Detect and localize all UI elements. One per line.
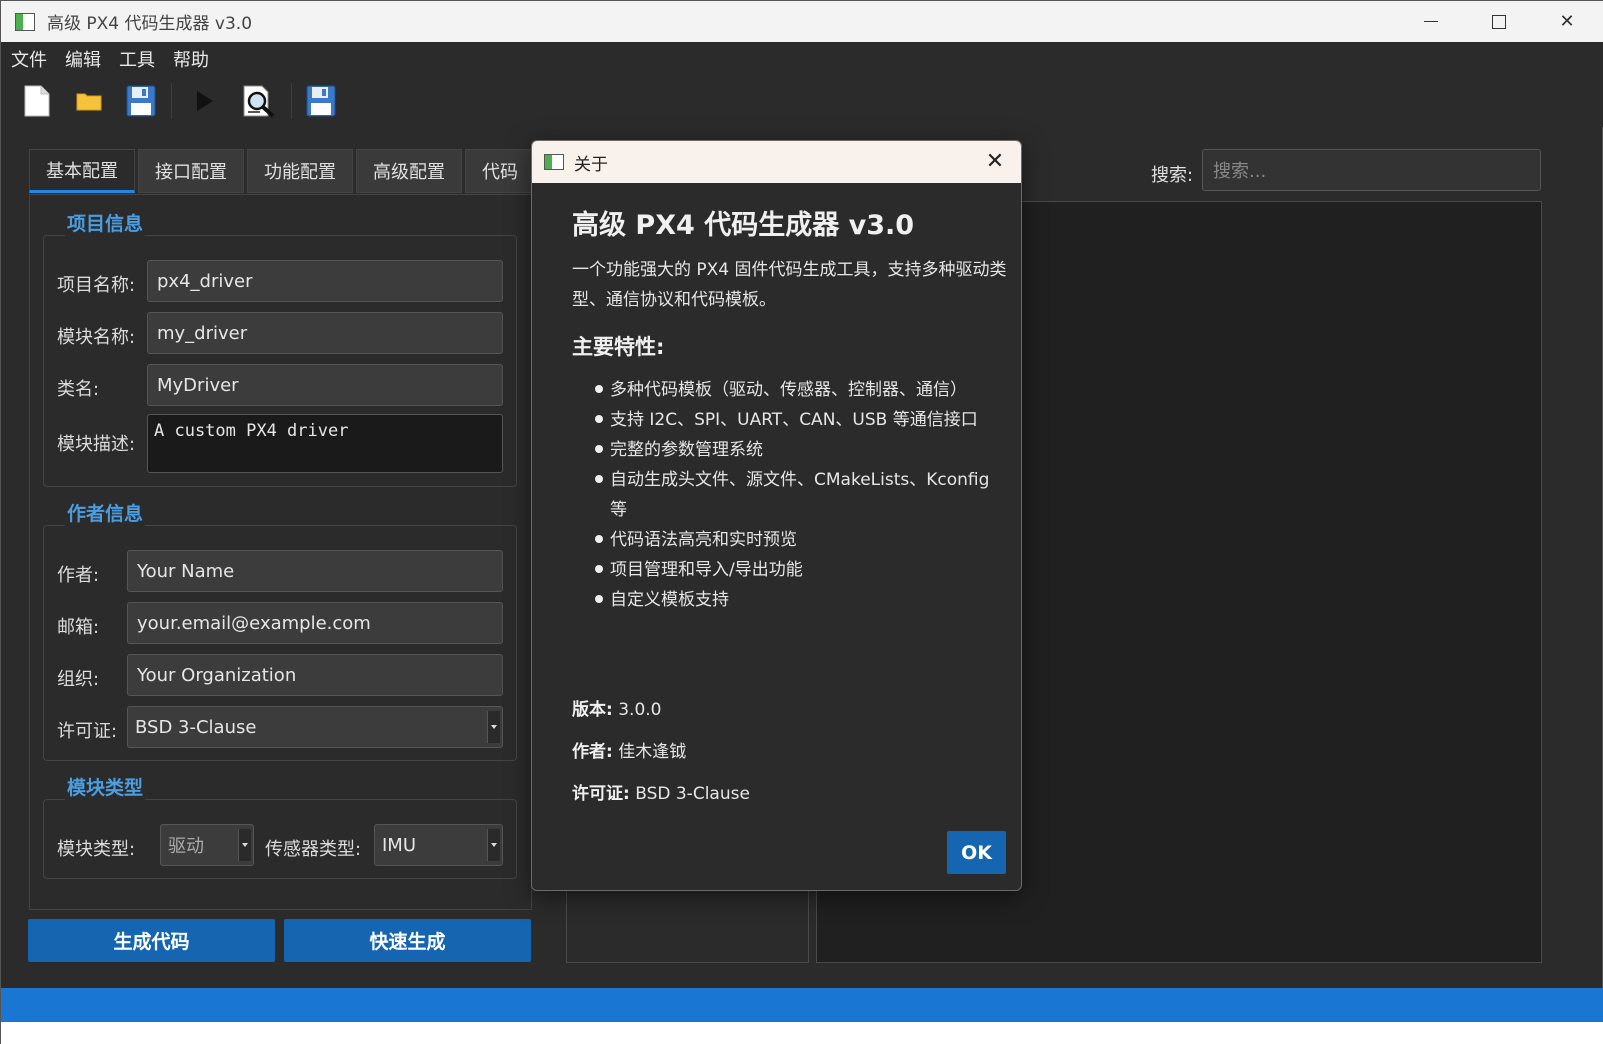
author-line: 作者: 佳木逢钺 <box>572 737 686 762</box>
organization-field[interactable]: Your Organization <box>127 654 503 696</box>
run-icon <box>197 91 213 111</box>
author-info-title: 作者信息 <box>65 499 146 526</box>
toolbar-separator <box>291 83 292 119</box>
menu-tools[interactable]: 工具 <box>119 46 155 72</box>
save-as-button[interactable] <box>301 81 341 121</box>
main-window: 高级 PX4 代码生成器 v3.0 ✕ 文件 编辑 工具 帮助 基本配置 接口配… <box>0 0 1603 1044</box>
list-item: 多种代码模板（驱动、传感器、控制器、通信） <box>594 375 994 405</box>
save-button[interactable] <box>121 81 161 121</box>
chevron-down-icon <box>238 829 251 861</box>
close-icon: ✕ <box>985 148 1005 174</box>
description-label: 模块描述: <box>57 434 136 455</box>
window-title: 高级 PX4 代码生成器 v3.0 <box>47 14 253 34</box>
list-item: 自动生成头文件、源文件、CMakeLists、Kconfig 等 <box>594 465 994 525</box>
list-item: 自定义模板支持 <box>594 585 994 615</box>
menu-file[interactable]: 文件 <box>11 46 47 72</box>
toolbar-separator <box>171 83 172 119</box>
project-name-label: 项目名称: <box>57 275 136 296</box>
dialog-title: 关于 <box>574 154 608 175</box>
module-name-label: 模块名称: <box>57 327 136 348</box>
license-select[interactable]: BSD 3-Clause <box>127 706 503 748</box>
generate-code-button[interactable]: 生成代码 <box>28 919 275 962</box>
maximize-button[interactable] <box>1465 1 1533 42</box>
organization-label: 组织: <box>57 669 100 690</box>
search-input[interactable]: 搜索... <box>1202 149 1541 191</box>
module-type-value: 驱动 <box>168 836 204 857</box>
minimize-button[interactable] <box>1397 1 1465 42</box>
tab-code[interactable]: 代码 <box>465 149 535 193</box>
module-type-label: 模块类型: <box>57 839 136 860</box>
window-bottom-edge <box>1 1022 1603 1044</box>
open-button[interactable] <box>69 81 109 121</box>
module-type-title: 模块类型 <box>65 773 146 800</box>
tab-feature-config[interactable]: 功能配置 <box>247 149 353 193</box>
new-file-icon <box>24 85 50 117</box>
save-icon <box>126 85 156 117</box>
dialog-author-label: 作者: <box>572 742 613 762</box>
menu-edit[interactable]: 编辑 <box>65 46 101 72</box>
config-tabs: 基本配置 接口配置 功能配置 高级配置 代码 <box>29 149 538 193</box>
author-label: 作者: <box>57 565 100 586</box>
save-as-icon <box>306 85 336 117</box>
module-name-field[interactable]: my_driver <box>147 312 503 354</box>
dialog-license-value: BSD 3-Clause <box>635 784 750 804</box>
menu-help[interactable]: 帮助 <box>173 46 209 72</box>
app-icon <box>544 154 564 170</box>
features-title: 主要特性: <box>572 335 665 359</box>
tab-advanced-config[interactable]: 高级配置 <box>356 149 462 193</box>
list-item: 支持 I2C、SPI、UART、CAN、USB 等通信接口 <box>594 405 994 435</box>
list-item: 代码语法高亮和实时预览 <box>594 525 994 555</box>
search-label: 搜索: <box>1151 165 1194 186</box>
class-name-field[interactable]: MyDriver <box>147 364 503 406</box>
quick-generate-button[interactable]: 快速生成 <box>284 919 531 962</box>
email-label: 邮箱: <box>57 617 100 638</box>
title-bar: 高级 PX4 代码生成器 v3.0 ✕ <box>1 1 1603 42</box>
project-name-field[interactable]: px4_driver <box>147 260 503 302</box>
close-button[interactable]: ✕ <box>1533 1 1601 42</box>
preview-button[interactable] <box>238 81 278 121</box>
list-item: 完整的参数管理系统 <box>594 435 994 465</box>
class-name-label: 类名: <box>57 379 100 400</box>
open-folder-icon <box>76 93 102 111</box>
feature-list: 多种代码模板（驱动、传感器、控制器、通信） 支持 I2C、SPI、UART、CA… <box>594 375 994 615</box>
dialog-author-value: 佳木逢钺 <box>618 742 687 762</box>
about-description: 一个功能强大的 PX4 固件代码生成工具，支持多种驱动类型、通信协议和代码模板。 <box>572 260 1007 310</box>
sensor-type-label: 传感器类型: <box>265 839 362 860</box>
license-label: 许可证: <box>57 721 118 742</box>
ok-button[interactable]: OK <box>947 831 1006 874</box>
sensor-type-value: IMU <box>382 834 417 856</box>
license-value: BSD 3-Clause <box>135 716 257 738</box>
maximize-icon <box>1492 14 1506 29</box>
dialog-close-button[interactable]: ✕ <box>983 148 1007 174</box>
preview-icon <box>243 85 275 118</box>
author-field[interactable]: Your Name <box>127 550 503 592</box>
menu-bar: 文件 编辑 工具 帮助 <box>1 42 1603 75</box>
app-icon <box>15 12 35 31</box>
tab-basic-config[interactable]: 基本配置 <box>29 149 135 193</box>
new-file-button[interactable] <box>17 81 57 121</box>
dialog-license-label: 许可证: <box>572 784 630 804</box>
minimize-icon <box>1424 21 1438 22</box>
sensor-type-select[interactable]: IMU <box>374 824 503 866</box>
description-field[interactable]: A custom PX4 driver <box>147 414 503 473</box>
toolbar <box>1 75 1603 127</box>
tab-interface-config[interactable]: 接口配置 <box>138 149 244 193</box>
status-bar <box>1 988 1603 1022</box>
chevron-down-icon <box>487 829 500 861</box>
dialog-title-bar: 关于 ✕ <box>532 141 1021 183</box>
close-icon: ✕ <box>1559 11 1575 32</box>
list-item: 项目管理和导入/导出功能 <box>594 555 994 585</box>
about-dialog: 关于 ✕ 高级 PX4 代码生成器 v3.0 一个功能强大的 PX4 固件代码生… <box>531 140 1022 891</box>
version-line: 版本: 3.0.0 <box>572 695 661 720</box>
project-info-title: 项目信息 <box>65 209 146 236</box>
email-field[interactable]: your.email@example.com <box>127 602 503 644</box>
version-label: 版本: <box>572 700 613 720</box>
about-heading: 高级 PX4 代码生成器 v3.0 <box>572 210 915 241</box>
license-line: 许可证: BSD 3-Clause <box>572 779 750 804</box>
chevron-down-icon <box>487 711 500 743</box>
version-value: 3.0.0 <box>618 700 662 720</box>
module-type-select[interactable]: 驱动 <box>160 824 254 866</box>
run-button[interactable] <box>185 81 225 121</box>
